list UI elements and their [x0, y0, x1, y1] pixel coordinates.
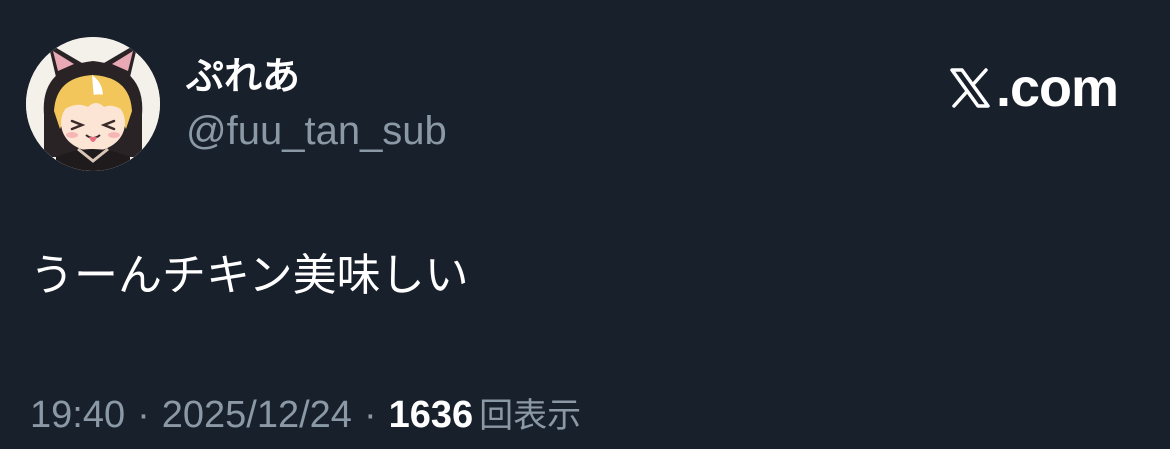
author-handle[interactable]: @fuu_tan_sub: [186, 104, 447, 158]
site-badge: .com: [948, 58, 1119, 118]
post-time[interactable]: 19:40: [30, 388, 125, 442]
site-domain-label: .com: [995, 58, 1119, 118]
author-avatar[interactable]: [26, 37, 160, 171]
meta-separator: ·: [363, 394, 377, 436]
views-label: 回表示: [479, 396, 582, 436]
meta-separator: ·: [137, 394, 150, 436]
post-text: うーんチキン美味しい: [30, 250, 469, 301]
views-count: 1636: [388, 394, 474, 436]
post-meta: 19:40 · 2025/12/24 · 1636 回表示: [30, 388, 581, 443]
post-date[interactable]: 2025/12/24: [162, 388, 352, 442]
x-logo-icon: [950, 68, 990, 108]
author-display-name[interactable]: ぷれあ: [186, 50, 300, 102]
cat-hood-girl-avatar-icon: [26, 37, 160, 171]
post-card: ぷれあ @fuu_tan_sub .com うーんチキン美味しい 19:40 ·…: [0, 0, 1170, 449]
